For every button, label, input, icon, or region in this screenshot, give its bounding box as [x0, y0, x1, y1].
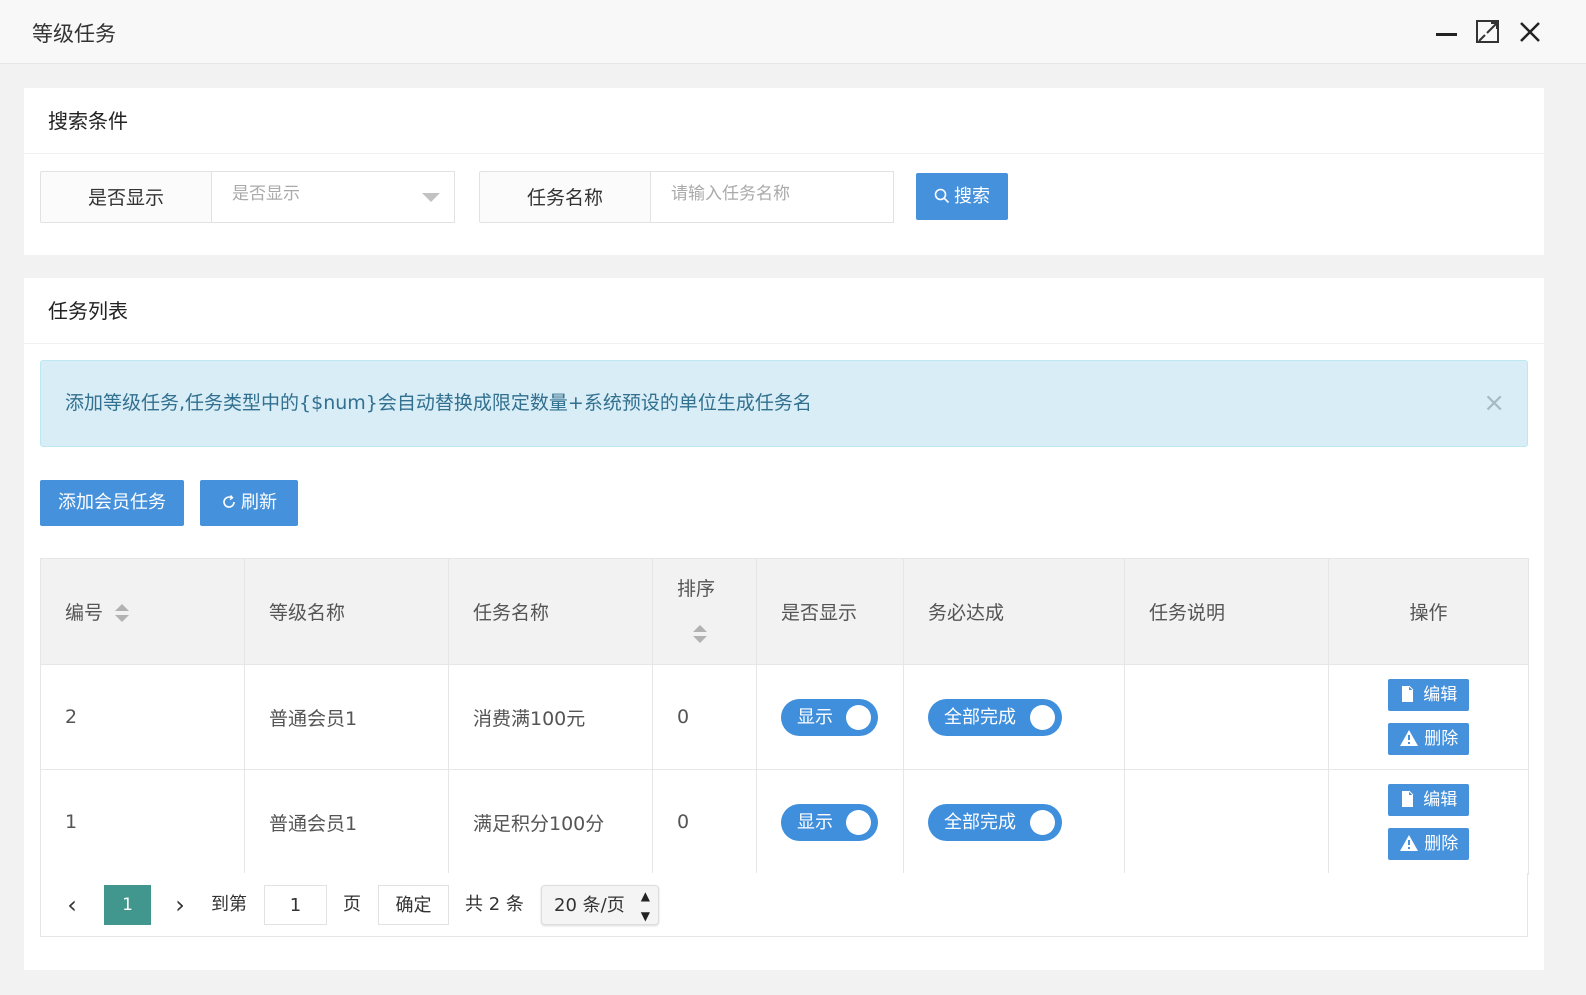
search-button[interactable]: 搜索 [916, 173, 1008, 220]
delete-button[interactable]: 删除 [1388, 828, 1469, 860]
window-title: 等级任务 [32, 22, 116, 46]
edit-button[interactable]: 编辑 [1388, 679, 1469, 711]
cell-show: 显示 [756, 664, 904, 770]
select-arrows-icon: ▲ ▼ [640, 889, 650, 923]
cell-task: 满足积分100分 [448, 769, 653, 875]
minimize-icon[interactable] [1432, 18, 1460, 46]
must-complete-toggle[interactable]: 全部完成 [928, 803, 1062, 841]
table-row: 1 普通会员1 满足积分100分 0 显示 全部完成 编辑 删除 [40, 769, 1529, 875]
col-desc: 任务说明 [1124, 558, 1329, 665]
show-filter-select[interactable]: 是否显示 [212, 171, 455, 223]
table-row: 2 普通会员1 消费满100元 0 显示 全部完成 编辑 删除 [40, 664, 1529, 770]
goto-confirm-button[interactable]: 确定 [378, 885, 449, 925]
show-toggle[interactable]: 显示 [781, 698, 878, 736]
prev-page-button[interactable]: ‹ [57, 885, 87, 925]
warning-icon [1399, 730, 1418, 746]
cell-sort: 0 [652, 664, 757, 770]
goto-label: 到第 [211, 894, 247, 915]
cell-level: 普通会员1 [244, 664, 449, 770]
cell-actions: 编辑 删除 [1328, 769, 1529, 875]
search-icon [934, 173, 950, 220]
cell-desc [1124, 769, 1329, 875]
cell-actions: 编辑 删除 [1328, 664, 1529, 770]
refresh-button[interactable]: 刷新 [200, 480, 298, 526]
cell-show: 显示 [756, 769, 904, 875]
task-name-input[interactable]: 请输入任务名称 [651, 171, 894, 223]
cell-sort: 0 [652, 769, 757, 875]
show-toggle[interactable]: 显示 [781, 803, 878, 841]
col-sort[interactable]: 排序 [652, 558, 757, 665]
maximize-icon[interactable] [1474, 18, 1502, 46]
page-size-select[interactable]: 20 条/页 ▲ ▼ [541, 885, 659, 925]
sort-icon[interactable] [693, 625, 707, 645]
cell-id: 2 [40, 664, 245, 770]
col-task-name: 任务名称 [448, 558, 653, 665]
info-alert-text: 添加等级任务,任务类型中的{$num}会自动替换成限定数量+系统预设的单位生成任… [65, 392, 812, 414]
search-button-label: 搜索 [954, 186, 990, 207]
task-name-label: 任务名称 [479, 171, 651, 223]
warning-icon [1399, 835, 1418, 851]
add-member-task-button[interactable]: 添加会员任务 [40, 480, 184, 526]
must-complete-toggle[interactable]: 全部完成 [928, 698, 1062, 736]
total-count: 共 2 条 [465, 894, 524, 915]
cell-must: 全部完成 [903, 664, 1125, 770]
toggle-knob [1030, 809, 1055, 835]
info-alert: 添加等级任务,任务类型中的{$num}会自动替换成限定数量+系统预设的单位生成任… [40, 360, 1528, 447]
refresh-icon [221, 480, 237, 526]
toggle-knob [846, 809, 871, 835]
edit-icon [1401, 685, 1414, 702]
chevron-down-icon [422, 193, 440, 202]
search-panel: 搜索条件 是否显示 是否显示 任务名称 请输入任务名称 搜索 [24, 88, 1544, 255]
search-panel-header: 搜索条件 [24, 88, 1544, 154]
cell-task: 消费满100元 [448, 664, 653, 770]
col-id[interactable]: 编号 [40, 558, 245, 665]
current-page[interactable]: 1 [104, 885, 151, 925]
refresh-button-label: 刷新 [241, 492, 277, 513]
alert-close-icon[interactable]: × [1483, 361, 1505, 445]
pagination: ‹ 1 › 到第 1 页 确定 共 2 条 20 条/页 ▲ ▼ [40, 873, 1528, 937]
show-filter-placeholder: 是否显示 [232, 184, 300, 204]
col-show: 是否显示 [756, 558, 904, 665]
table-header-row: 编号 等级名称 任务名称 排序 是否显示 务必达成 任务说明 操作 [40, 558, 1529, 665]
show-filter-label: 是否显示 [40, 171, 212, 223]
delete-button[interactable]: 删除 [1388, 723, 1469, 755]
edit-icon [1401, 790, 1414, 807]
col-actions: 操作 [1328, 558, 1529, 665]
sort-icon[interactable] [115, 603, 130, 624]
task-table: 编号 等级名称 任务名称 排序 是否显示 务必达成 任务说明 操作 2 普通会员… [40, 558, 1529, 875]
col-level: 等级名称 [244, 558, 449, 665]
col-must: 务必达成 [903, 558, 1125, 665]
edit-button[interactable]: 编辑 [1388, 784, 1469, 816]
task-list-panel: 任务列表 添加等级任务,任务类型中的{$num}会自动替换成限定数量+系统预设的… [24, 278, 1544, 970]
toggle-knob [846, 704, 871, 730]
cell-must: 全部完成 [903, 769, 1125, 875]
next-page-button[interactable]: › [165, 885, 195, 925]
task-list-header: 任务列表 [24, 278, 1544, 344]
cell-desc [1124, 664, 1329, 770]
page-unit-label: 页 [343, 894, 361, 915]
task-name-placeholder: 请输入任务名称 [671, 184, 790, 204]
toggle-knob [1030, 704, 1055, 730]
window-titlebar: 等级任务 [0, 0, 1586, 64]
goto-page-input[interactable]: 1 [264, 885, 327, 925]
cell-level: 普通会员1 [244, 769, 449, 875]
close-icon[interactable] [1516, 18, 1544, 46]
cell-id: 1 [40, 769, 245, 875]
